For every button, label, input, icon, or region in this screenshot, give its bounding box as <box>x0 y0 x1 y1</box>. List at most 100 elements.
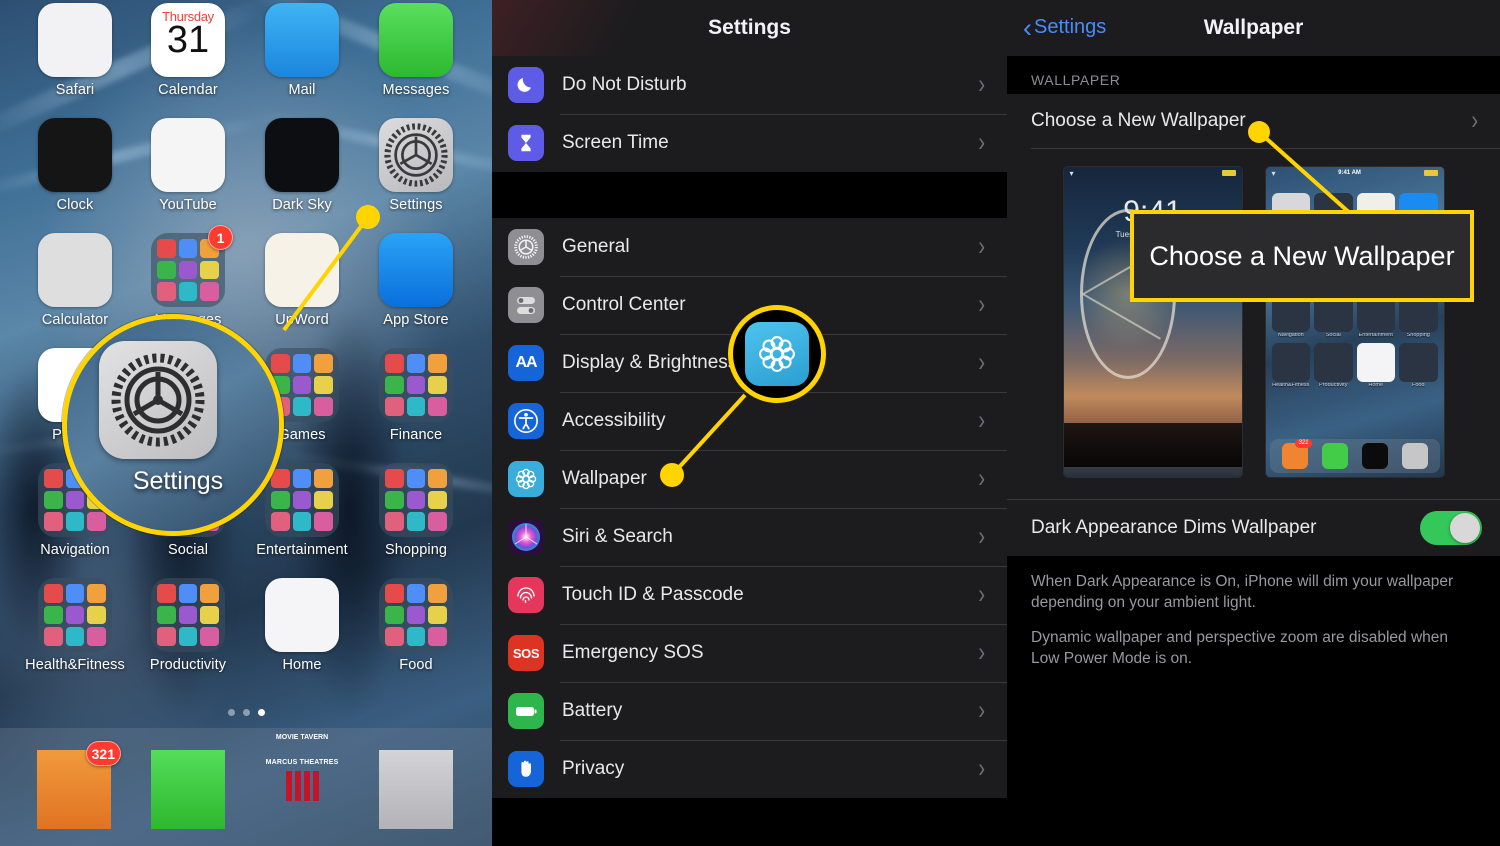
folder-icon <box>151 578 225 652</box>
safari-icon <box>38 3 112 77</box>
dock-app-camera[interactable] <box>379 750 453 829</box>
home-app-productivity[interactable]: Productivity <box>133 578 243 673</box>
page-dot-active[interactable] <box>257 709 265 716</box>
dock-app-marcus-theatres[interactable]: MARCUS THEATRES MOVIE TAVERN <box>265 734 339 824</box>
folder-app-icon <box>406 354 426 373</box>
home-app-settings[interactable]: Settings <box>361 118 471 213</box>
folder-app-icon <box>385 512 404 531</box>
folder-app-icon <box>428 512 447 531</box>
gear-icon <box>508 229 544 265</box>
preview-app-label: Productivity <box>1319 382 1348 388</box>
camera-icon <box>379 750 453 829</box>
settings-magnifier-circle: Settings <box>62 314 284 536</box>
folder-app-icon <box>428 397 447 416</box>
home-app-shopping[interactable]: Shopping <box>361 463 471 558</box>
app-label: Calendar <box>158 82 218 98</box>
preview-app-cell: Health&Fitness <box>1271 343 1310 388</box>
hourglass-icon <box>508 125 544 161</box>
chevron-right-icon: › <box>978 69 985 100</box>
preview-app-label: Home <box>1368 382 1384 388</box>
home-app-dark-sky[interactable]: Dark Sky <box>247 118 357 213</box>
dark-appearance-row[interactable]: Dark Appearance Dims Wallpaper <box>1007 500 1500 556</box>
home-app-calendar[interactable]: Thursday 31 Calendar <box>133 3 243 98</box>
battery-icon <box>1423 170 1438 176</box>
folder-app-icon <box>178 260 198 280</box>
settings-group: General › Control Center › AA Display & Brigh… <box>492 218 1007 798</box>
app-label: Navigation <box>40 542 110 558</box>
home-app-youtube[interactable]: YouTube <box>133 118 243 213</box>
settings-row-touch-id-passcode[interactable]: Touch ID & Passcode › <box>492 566 1007 624</box>
home-app-safari[interactable]: Safari <box>20 3 130 98</box>
hand-icon <box>508 751 544 787</box>
settings-row-privacy[interactable]: Privacy › <box>492 740 1007 798</box>
folder-app-icon <box>87 605 106 625</box>
settings-row-label: Emergency SOS <box>562 642 704 663</box>
folder-app-icon <box>385 584 404 603</box>
page-dot[interactable] <box>227 709 235 716</box>
navbar-tint <box>492 0 647 56</box>
settings-row-siri-search[interactable]: Siri & Search › <box>492 508 1007 566</box>
home-app-health-fitness[interactable]: Health&Fitness <box>20 578 130 673</box>
settings-row-label: Do Not Disturb <box>562 74 687 95</box>
settings-row-do-not-disturb[interactable]: Do Not Disturb › <box>492 56 1007 114</box>
dock-app-podcasts[interactable]: 321 <box>37 741 121 829</box>
settings-row-label: Touch ID & Passcode <box>562 584 744 605</box>
section-header-label: WALLPAPER <box>1031 72 1121 88</box>
settings-row-wallpaper[interactable]: Wallpaper › <box>492 450 1007 508</box>
folder-app-icon <box>314 469 333 488</box>
settings-row-general[interactable]: General › <box>492 218 1007 276</box>
app-label: Safari <box>55 82 95 98</box>
folder-app-icon <box>292 490 312 510</box>
choose-new-wallpaper-row[interactable]: Choose a New Wallpaper › <box>1007 94 1500 148</box>
chevron-right-icon: › <box>978 521 985 552</box>
app-label: Health&Fitness <box>25 657 125 673</box>
dark-appearance-toggle[interactable] <box>1420 511 1482 545</box>
clock-icon <box>38 118 112 192</box>
settings-row-accessibility[interactable]: Accessibility › <box>492 392 1007 450</box>
folder-app-icon <box>178 627 198 646</box>
home-app-app-store[interactable]: App Store <box>361 233 471 328</box>
folder-app-icon <box>406 605 426 625</box>
folder-app-icon <box>428 584 447 603</box>
home-app-home[interactable]: Home <box>247 578 357 673</box>
home-app-mail[interactable]: Mail <box>247 3 357 98</box>
home-app-clock[interactable]: Clock <box>20 118 130 213</box>
settings-row-emergency-sos[interactable]: SOS Emergency SOS › <box>492 624 1007 682</box>
folder-app-icon <box>428 469 447 488</box>
folder-app-icon <box>157 260 176 280</box>
home-app-calculator[interactable]: Calculator <box>20 233 130 328</box>
folder-app-icon <box>314 512 333 531</box>
home-app-food[interactable]: Food <box>361 578 471 673</box>
settings-group: Do Not Disturb › Screen Time › <box>492 56 1007 172</box>
wallpaper-footnotes: When Dark Appearance is On, iPhone will … <box>1007 556 1500 670</box>
home-app-messages[interactable]: Messages <box>361 3 471 98</box>
folder-app-icon <box>428 354 447 373</box>
folder-app-icon <box>385 354 404 373</box>
folder-app-icon <box>65 627 85 646</box>
calendar-icon: Thursday 31 <box>151 3 225 77</box>
folder-app-icon <box>385 490 404 510</box>
settings-gear-icon <box>379 118 453 192</box>
folder-app-icon <box>292 469 312 488</box>
preview-dock: 321 <box>1269 439 1440 473</box>
settings-row-battery[interactable]: Battery › <box>492 682 1007 740</box>
folder-app-icon <box>406 469 426 488</box>
folder-app-icon <box>44 469 63 488</box>
folder-app-icon <box>200 282 219 301</box>
dark-appearance-card: Dark Appearance Dims Wallpaper <box>1007 500 1500 556</box>
page-dot[interactable] <box>242 709 250 716</box>
home-app-upword[interactable]: UpWord <box>247 233 357 328</box>
folder-app-icon <box>314 490 333 510</box>
settings-group-gap <box>492 798 1007 844</box>
folder-app-icon <box>385 397 404 416</box>
home-app-finance[interactable]: Finance <box>361 348 471 443</box>
wallpaper-previews: ▾ 9:41 Tuesday, October 31 ▾ 9:41 <box>1007 149 1500 499</box>
preview-app-cell: Food <box>1399 343 1438 388</box>
iphone-home-screen-panel: Safari Thursday 31 Calendar Mail Messages Cloc… <box>0 0 492 846</box>
home-app-messages[interactable]: 1Messages <box>133 225 243 328</box>
folder-app-icon <box>292 397 312 416</box>
dock-app-phone[interactable] <box>151 750 225 829</box>
folder-app-icon <box>292 375 312 395</box>
settings-row-screen-time[interactable]: Screen Time › <box>492 114 1007 172</box>
app-label: Messages <box>382 82 450 98</box>
